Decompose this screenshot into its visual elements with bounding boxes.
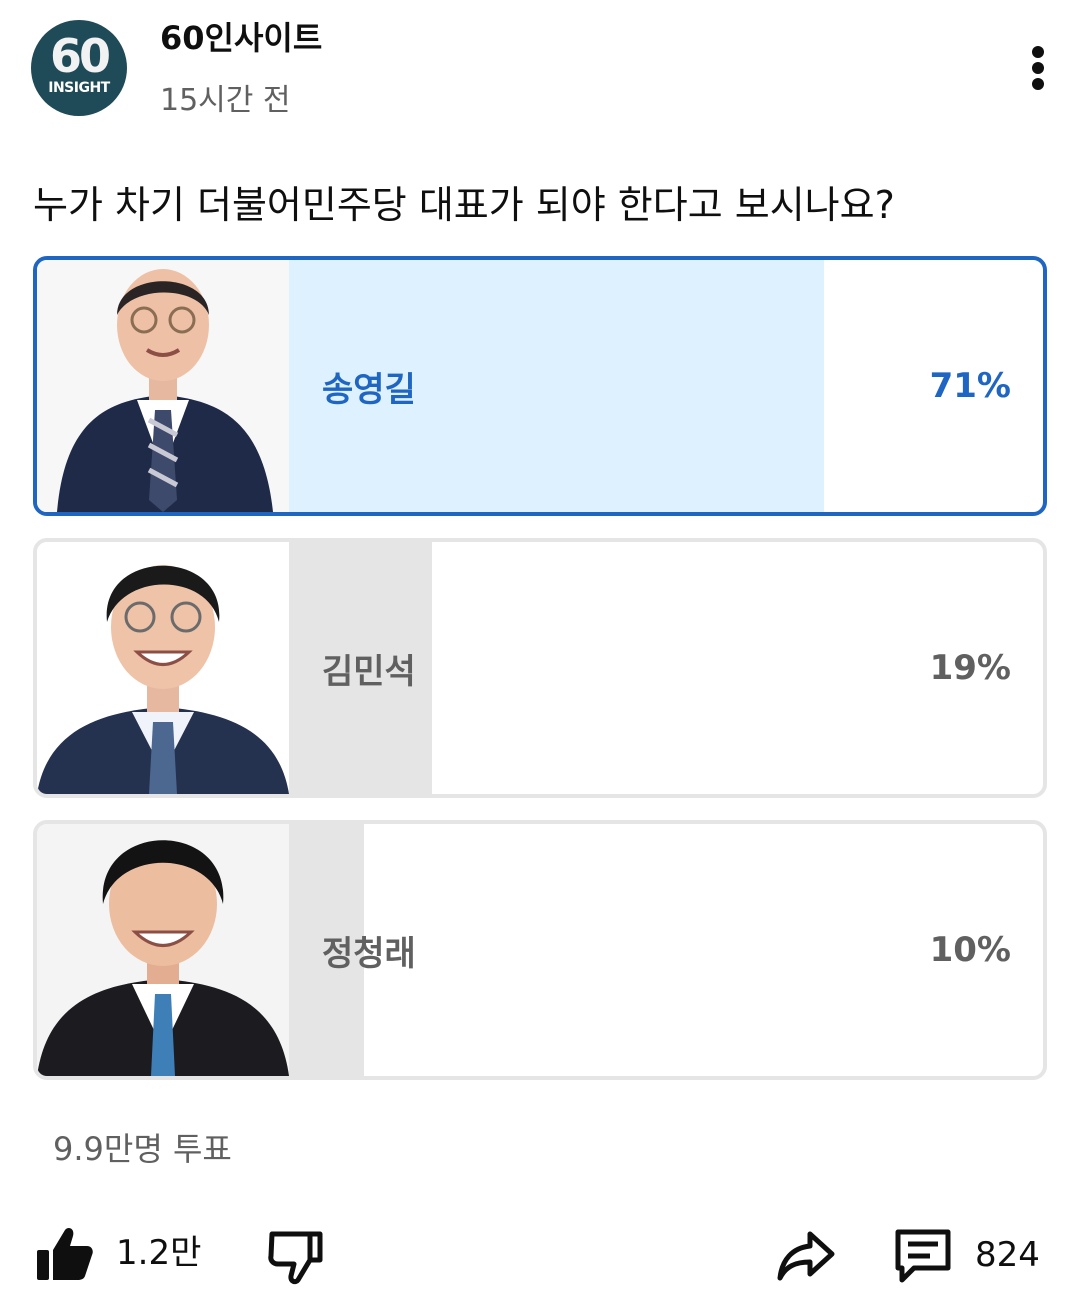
poll-question: 누가 차기 더불어민주당 대표가 되야 한다고 보시나요? — [33, 183, 895, 227]
avatar-number: 60 — [49, 29, 111, 83]
post-header: 60 INSIGHT 60인사이트 15시간 전 — [0, 0, 1080, 140]
action-bar: 1.2만 824 — [0, 1210, 1080, 1300]
thumbs-down-icon[interactable] — [266, 1226, 326, 1286]
candidate-photo — [37, 824, 289, 1076]
share-icon[interactable] — [776, 1226, 836, 1286]
channel-avatar[interactable]: 60 INSIGHT — [31, 20, 127, 116]
candidate-photo — [37, 542, 289, 794]
like-count: 1.2만 — [116, 1233, 202, 1273]
comment-icon[interactable] — [892, 1224, 954, 1286]
poll-option[interactable]: 송영길 71% — [33, 256, 1047, 516]
thumbs-up-icon[interactable] — [35, 1224, 95, 1284]
poll-option[interactable]: 김민석 19% — [33, 538, 1047, 798]
vote-count: 9.9만명 투표 — [53, 1130, 232, 1168]
poll-option-percent: 19% — [929, 648, 1011, 688]
poll-option-label: 송영길 — [322, 369, 416, 410]
poll-option-percent: 71% — [929, 366, 1011, 406]
candidate-photo — [37, 260, 289, 512]
poll-option-label: 정청래 — [322, 933, 416, 974]
poll-option-percent: 10% — [929, 930, 1011, 970]
poll-option-label: 김민석 — [322, 651, 416, 692]
avatar-subtext: INSIGHT — [48, 80, 110, 96]
poll-option[interactable]: 정청래 10% — [33, 820, 1047, 1080]
post-time: 15시간 전 — [160, 83, 291, 118]
comment-count: 824 — [975, 1235, 1040, 1275]
more-vert-icon[interactable] — [1018, 40, 1058, 96]
channel-name[interactable]: 60인사이트 — [160, 16, 322, 60]
